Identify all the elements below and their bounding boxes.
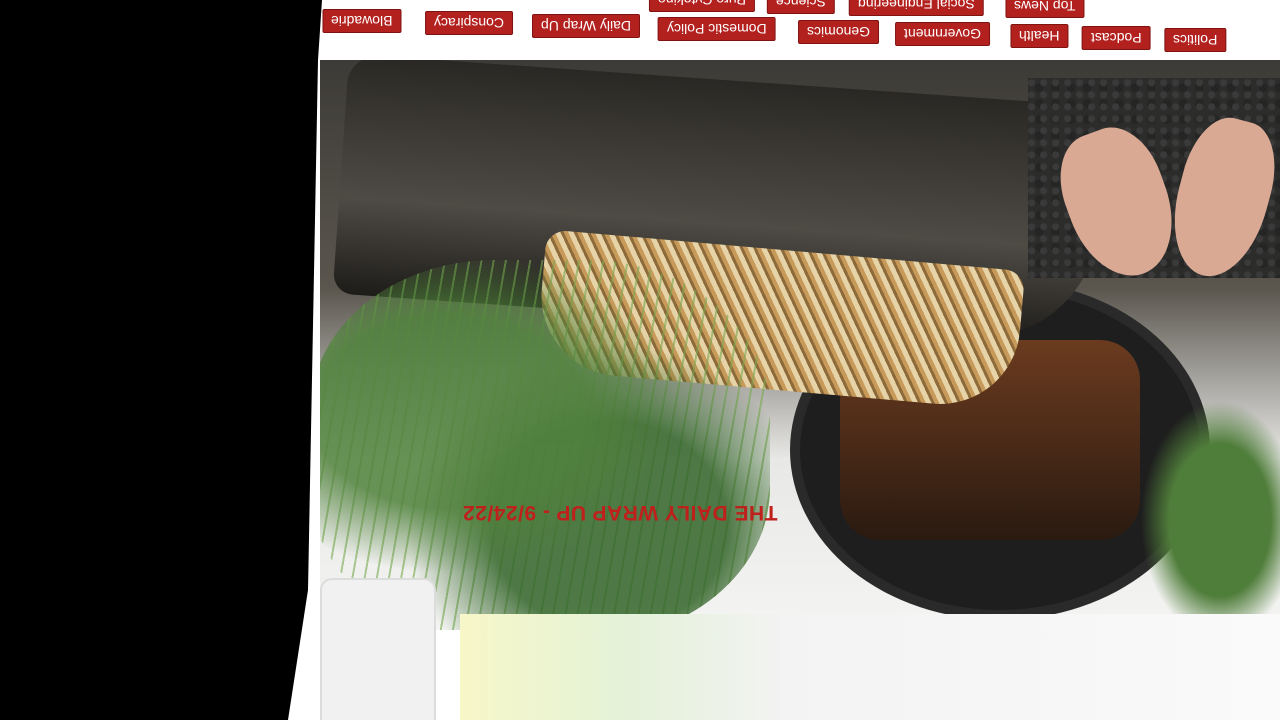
hand-right [1158,109,1280,278]
tag-government[interactable]: Government [895,22,991,46]
tag-conspiracy[interactable]: Conspiracy [425,11,514,35]
tag-genomics[interactable]: Genomics [798,20,880,44]
captured-screen: Politics Podcast Health Government Genom… [0,0,1280,720]
hand-left [1045,115,1191,278]
plants-left [320,260,770,630]
side-panel [320,578,436,720]
tag-domestic-policy[interactable]: Domestic Policy [658,17,776,41]
tag-social-engineering[interactable]: Social Engineering [849,0,984,16]
tag-bar: Politics Podcast Health Government Genom… [322,0,1280,60]
tag-science[interactable]: Science [767,0,835,14]
tag-podcast[interactable]: Podcast [1082,26,1151,50]
tag-top-news[interactable]: Top News [1005,0,1085,18]
tag-blowadrie[interactable]: Blowadrie [322,9,402,33]
tag-daily-wrap-up[interactable]: Daily Wrap Up [532,14,640,38]
plants-right [1140,400,1280,630]
article-headline[interactable]: THE DAILY WRAP UP - 9/24/22 [410,500,830,524]
soil-hands-inset [1028,78,1280,278]
tag-politics[interactable]: Politics [1164,28,1227,52]
featured-image[interactable] [320,60,1280,630]
content-strip [460,614,1280,720]
tag-pure-cytokine[interactable]: Pure Cytokine [649,0,755,12]
web-page: Politics Podcast Health Government Genom… [288,0,1280,720]
tag-health[interactable]: Health [1010,24,1069,48]
